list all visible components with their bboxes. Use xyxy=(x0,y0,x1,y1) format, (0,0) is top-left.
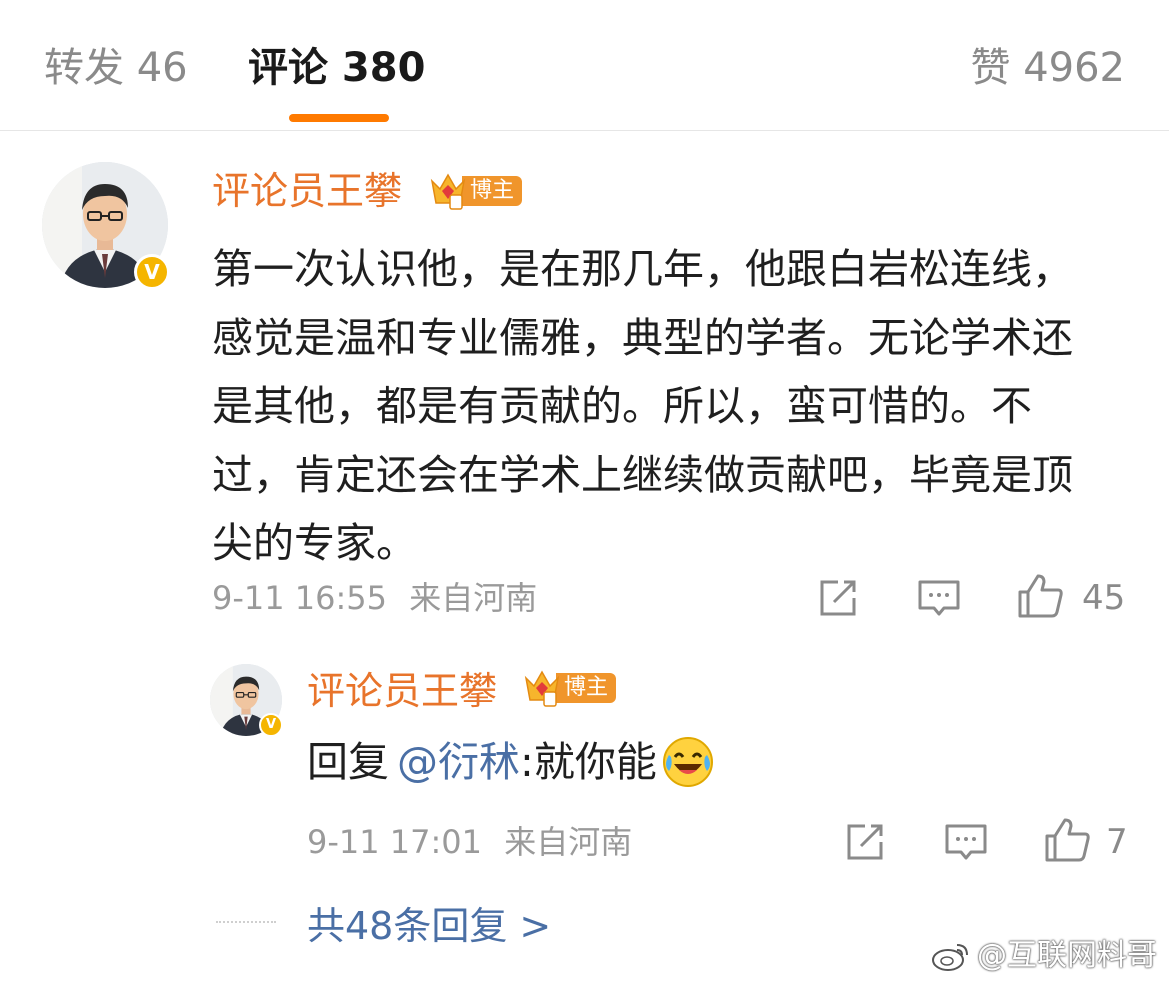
comment-meta: 9-11 16:55 来自河南 xyxy=(212,575,537,621)
comment-like-count: 45 xyxy=(1082,578,1126,618)
laughing-crying-emoji xyxy=(662,737,713,787)
reply-prefix: 回复 xyxy=(307,738,389,786)
tab-bar: 转发 46 评论 380 赞 4962 xyxy=(0,0,1169,131)
reply-crown-icon xyxy=(524,670,560,707)
crown-icon xyxy=(430,173,466,210)
reply-time: 9-11 17:01 xyxy=(307,823,483,861)
verified-icon: V xyxy=(134,254,170,290)
more-replies-link[interactable]: 共48条回复 > xyxy=(307,900,551,952)
reply-location: 来自河南 xyxy=(504,823,633,861)
reply-meta: 9-11 17:01 来自河南 xyxy=(307,819,632,865)
reply-mention-link[interactable]: @衍秫 xyxy=(397,734,520,790)
reply-share-edit-icon[interactable] xyxy=(843,820,887,864)
comment-time: 9-11 16:55 xyxy=(212,579,388,617)
reply-text: 回复 @衍秫 :就你能 xyxy=(307,734,715,790)
tab-repost[interactable]: 转发 46 xyxy=(44,38,188,98)
blogger-badge-label: 博主 xyxy=(462,176,523,206)
reply-username[interactable]: 评论员王攀 xyxy=(307,665,497,717)
blogger-badge: 博主 xyxy=(430,171,523,211)
more-replies-divider xyxy=(216,921,276,923)
reply-blogger-badge: 博主 xyxy=(524,668,617,708)
weibo-logo-icon xyxy=(932,944,968,971)
comment-text: 第一次认识他，是在那几年，他跟白岩松连线，感觉是温和专业儒雅，典型的学者。无论学… xyxy=(212,245,1073,567)
share-edit-icon[interactable] xyxy=(816,576,860,620)
reply-blogger-badge-label: 博主 xyxy=(556,673,617,703)
active-tab-indicator xyxy=(289,114,389,122)
thumbs-up-icon[interactable] xyxy=(1016,572,1066,620)
tab-likes[interactable]: 赞 4962 xyxy=(970,38,1125,98)
tab-comments[interactable]: 评论 380 xyxy=(248,38,425,98)
reply-verified-icon: V xyxy=(259,713,283,737)
reply-body: :就你能 xyxy=(520,738,657,786)
reply-thumbs-up-icon[interactable] xyxy=(1043,816,1093,864)
watermark: @互联网料哥 xyxy=(931,936,1157,976)
comment-location: 来自河南 xyxy=(409,579,538,617)
reply-like-count: 7 xyxy=(1106,822,1128,862)
comment-username[interactable]: 评论员王攀 xyxy=(212,165,402,217)
watermark-text: @互联网料哥 xyxy=(977,938,1157,973)
comment-bubble-icon[interactable] xyxy=(916,576,962,620)
reply-comment-bubble-icon[interactable] xyxy=(943,820,989,864)
